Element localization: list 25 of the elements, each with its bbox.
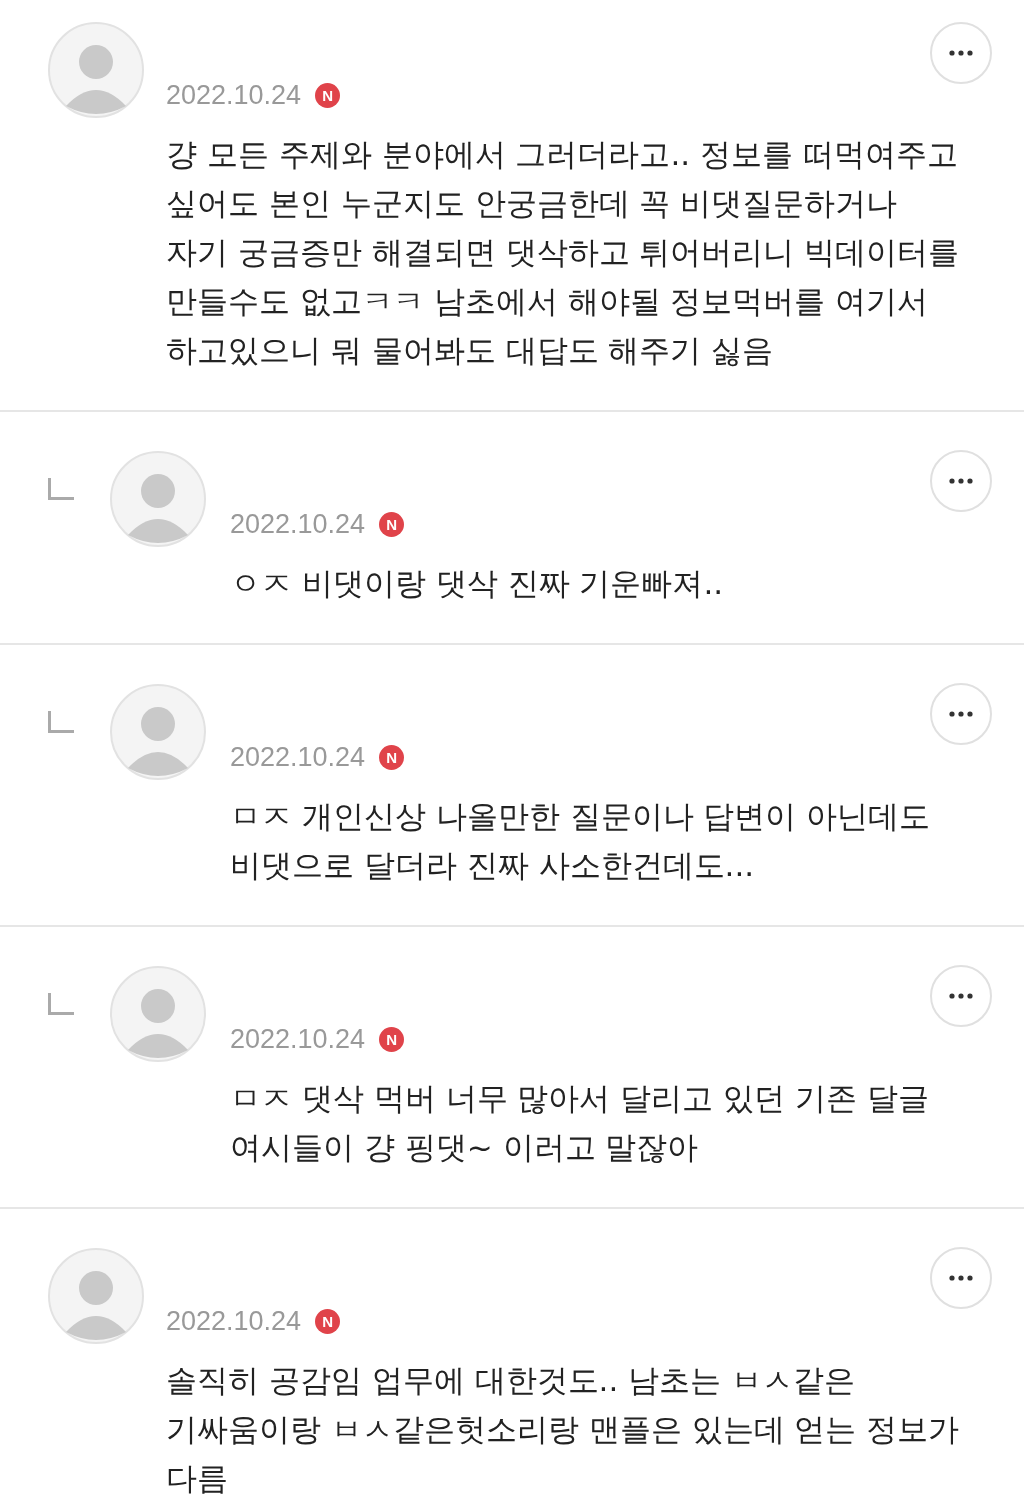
more-icon xyxy=(949,711,973,717)
more-icon xyxy=(949,1275,973,1281)
more-icon xyxy=(949,50,973,56)
new-badge: N xyxy=(379,1026,405,1052)
new-badge: N xyxy=(379,744,405,770)
new-badge: N xyxy=(379,511,405,537)
more-icon xyxy=(949,478,973,484)
avatar-icon xyxy=(110,451,206,547)
comment-text: ㅁㅈ 개인신상 나올만한 질문이나 답변이 아닌데도 비댓으로 달더라 진짜 사소한건데도... xyxy=(230,797,932,885)
comment-text: ㅇㅈ 비댓이랑 댓삭 진짜 기운빠져.. xyxy=(230,564,725,603)
new-badge: N xyxy=(315,82,341,108)
comment-date: 2022.10.24 xyxy=(230,741,366,773)
new-badge: N xyxy=(315,1308,341,1334)
comment-date: 2022.10.24 xyxy=(230,508,366,540)
avatar-icon xyxy=(110,966,206,1062)
comment-text: 걍 모든 주제와 분야에서 그러더라고.. 정보를 떠먹여주고 싶어도 본인 누군지도 안궁금한데 꼭 비댓질문하거나 자기 궁금증만 해결되면 댓삭하고 튀어버리니 빅데이터를 만들수도 없고ㅋㅋ 남초에서 해야될 정보먹버를 여기서 하고있으니 뭐 물어봐도 대답도 해주기 싫음 xyxy=(166,135,961,370)
avatar-icon xyxy=(48,22,144,118)
avatar-icon xyxy=(48,1248,144,1344)
comment-text: 솔직히 공감임 업무에 대한것도.. 남초는 ㅂㅅ같은 기싸움이랑 ㅂㅅ같은헛소리랑 맨플은 있는데 얻는 정보가 다름 xyxy=(166,1361,961,1498)
comment-date: 2022.10.24 xyxy=(230,1023,366,1055)
comment-date: 2022.10.24 xyxy=(166,1305,302,1337)
comment-text: ㅁㅈ 댓삭 먹버 너무 많아서 달리고 있던 기존 달글 여시들이 걍 핑댓~ 이러고 말잖아 xyxy=(230,1079,930,1167)
comment-date: 2022.10.24 xyxy=(166,79,302,111)
more-icon xyxy=(949,993,973,999)
avatar-icon xyxy=(110,684,206,780)
